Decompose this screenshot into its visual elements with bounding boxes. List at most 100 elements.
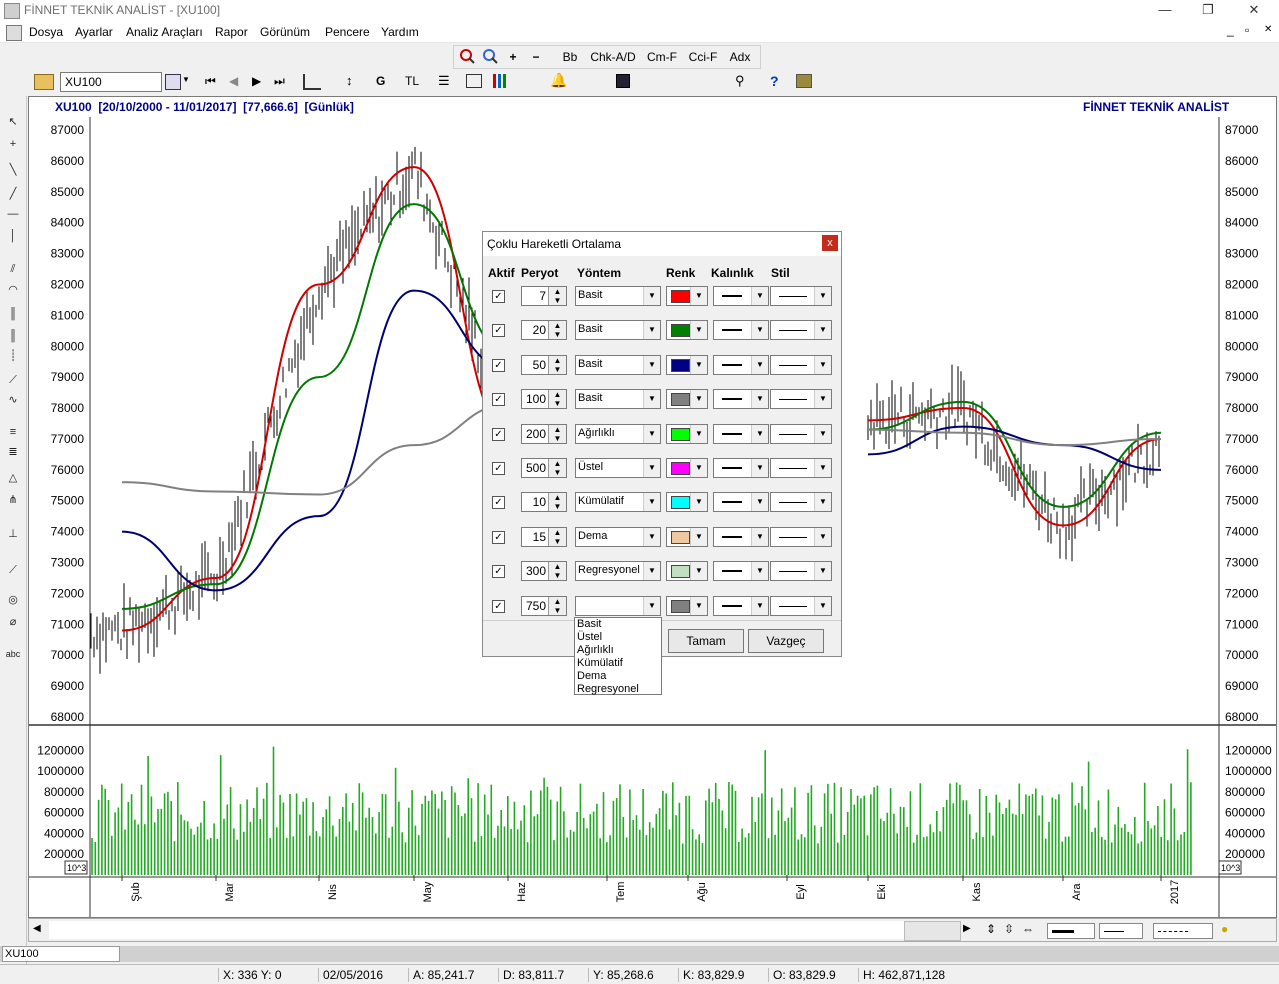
chevron-down-icon[interactable]: ▼: [751, 424, 768, 443]
menu-rapor[interactable]: Rapor: [215, 25, 248, 39]
binoculars-icon[interactable]: ⚲: [735, 73, 745, 89]
open-folder-icon[interactable]: [34, 74, 54, 90]
active-checkbox[interactable]: ✓: [492, 496, 505, 510]
cancel-button[interactable]: Vazgeç: [748, 629, 824, 653]
scroll-track[interactable]: [49, 921, 904, 939]
chevron-down-icon[interactable]: ▼: [643, 459, 660, 477]
speed-line-icon[interactable]: ⟋: [5, 562, 21, 578]
scroll-right-icon[interactable]: ▶: [963, 923, 971, 934]
method-select[interactable]: Basit ▼: [575, 389, 661, 410]
arc-icon[interactable]: ◠: [5, 282, 21, 298]
chart-type-icon[interactable]: [165, 74, 181, 90]
chevron-down-icon[interactable]: ▼: [751, 321, 768, 340]
channel-icon[interactable]: ⫽: [5, 261, 21, 277]
chevron-down-icon[interactable]: ▼: [814, 287, 831, 305]
stepper-arrows-icon[interactable]: ▲ ▼: [548, 424, 566, 443]
chevron-down-icon[interactable]: ▼: [690, 562, 707, 581]
chevron-down-icon[interactable]: ▼: [690, 390, 707, 409]
pitchfork-icon[interactable]: ⋔: [5, 492, 21, 508]
chevron-down-icon[interactable]: ▼: [690, 493, 707, 512]
color-select[interactable]: ▼: [666, 354, 708, 375]
method-select[interactable]: Basit ▼: [575, 320, 661, 341]
thickness-select[interactable]: ▼: [713, 354, 769, 375]
active-checkbox[interactable]: ✓: [492, 565, 505, 579]
stepper-arrows-icon[interactable]: ▲ ▼: [548, 527, 566, 546]
thickness-select[interactable]: ▼: [713, 286, 769, 306]
line-width-select[interactable]: [1047, 923, 1095, 939]
comment-icon[interactable]: [466, 74, 482, 88]
autoscale-icon[interactable]: ⇔: [1022, 922, 1034, 936]
period-stepper[interactable]: 100 ▲ ▼: [521, 389, 567, 410]
color-select[interactable]: ▼: [666, 526, 708, 547]
thickness-select[interactable]: ▼: [713, 595, 769, 616]
text-tool-icon[interactable]: abc: [5, 646, 21, 662]
chevron-down-icon[interactable]: ▼: [814, 562, 831, 581]
chevron-down-icon[interactable]: ▼: [751, 390, 768, 409]
style-select[interactable]: ▼: [770, 354, 832, 375]
chevron-down-icon[interactable]: ▼: [690, 424, 707, 443]
chevron-down-icon[interactable]: ▼: [751, 562, 768, 581]
color-select[interactable]: ▼: [666, 595, 708, 616]
style-select[interactable]: ▼: [770, 458, 832, 478]
active-checkbox[interactable]: ✓: [492, 358, 505, 372]
first-icon[interactable]: ⏮: [205, 74, 216, 89]
active-checkbox[interactable]: ✓: [492, 290, 505, 303]
method-select[interactable]: Üstel ▼: [575, 458, 661, 478]
chevron-down-icon[interactable]: ▼: [643, 562, 660, 581]
tool-cci-f[interactable]: Cci-F: [684, 48, 722, 66]
color-select[interactable]: ▼: [666, 492, 708, 513]
mdi-close-button[interactable]: ✕: [1264, 24, 1272, 35]
period-stepper[interactable]: 20 ▲ ▼: [521, 320, 567, 341]
levels-icon[interactable]: ≣: [5, 444, 21, 460]
period-stepper[interactable]: 7 ▲ ▼: [521, 286, 567, 306]
tool-bb[interactable]: Bb: [558, 48, 582, 66]
thickness-select[interactable]: ▼: [713, 423, 769, 444]
chevron-down-icon[interactable]: ▼: [690, 596, 707, 615]
color-select[interactable]: ▼: [666, 423, 708, 444]
tool-cm-f[interactable]: Cm-F: [644, 48, 680, 66]
stepper-arrows-icon[interactable]: ▲ ▼: [548, 596, 566, 615]
period-stepper[interactable]: 15 ▲ ▼: [521, 526, 567, 547]
chevron-down-icon[interactable]: ▼: [751, 287, 768, 305]
stepper-arrows-icon[interactable]: ▲ ▼: [548, 562, 566, 581]
scroll-thumb[interactable]: [904, 921, 961, 941]
menu-dosya[interactable]: Dosya: [29, 25, 63, 39]
color-select[interactable]: ▼: [666, 286, 708, 306]
period-stepper[interactable]: 200 ▲ ▼: [521, 423, 567, 444]
chevron-down-icon[interactable]: ▼: [643, 355, 660, 374]
dropdown-option-regresyonel[interactable]: Regresyonel: [577, 683, 639, 695]
chevron-down-icon[interactable]: ▼: [643, 527, 660, 546]
gann-icon[interactable]: ║: [5, 328, 21, 344]
chevron-down-icon[interactable]: ▼: [814, 527, 831, 546]
style-select[interactable]: ▼: [770, 320, 832, 341]
chevron-down-icon[interactable]: ▼: [690, 321, 707, 340]
chevron-down-icon[interactable]: ▼: [182, 75, 190, 84]
stepper-arrows-icon[interactable]: ▲ ▼: [548, 287, 566, 305]
vertical-line-icon[interactable]: │: [5, 228, 21, 244]
style-select[interactable]: ▼: [770, 492, 832, 513]
fit-icon[interactable]: ⇳: [1004, 922, 1014, 936]
style-select[interactable]: ▼: [770, 286, 832, 306]
fan-icon[interactable]: ⟋: [5, 372, 21, 388]
expand-icon[interactable]: ⇕: [986, 922, 996, 936]
period-stepper[interactable]: 750 ▲ ▼: [521, 595, 567, 616]
period-stepper[interactable]: 10 ▲ ▼: [521, 492, 567, 513]
pointer-icon[interactable]: ↖: [5, 114, 21, 130]
stepper-arrows-icon[interactable]: ▲ ▼: [548, 321, 566, 340]
chevron-down-icon[interactable]: ▼: [690, 355, 707, 374]
tool-adx[interactable]: Adx: [726, 48, 754, 66]
chevron-down-icon[interactable]: ▼: [814, 493, 831, 512]
scroll-left-icon[interactable]: ◀: [33, 923, 41, 934]
close-button[interactable]: ✕: [1239, 2, 1269, 20]
fibonacci-icon[interactable]: ║: [5, 306, 21, 322]
line-style-select[interactable]: [1099, 923, 1143, 939]
chevron-down-icon[interactable]: ▼: [690, 287, 707, 305]
chevron-down-icon[interactable]: ▼: [643, 321, 660, 340]
method-select[interactable]: Basit ▼: [575, 354, 661, 375]
last-icon[interactable]: ⏭: [274, 74, 285, 89]
maximize-button[interactable]: ❐: [1193, 2, 1223, 20]
symbol-input[interactable]: XU100: [60, 72, 162, 92]
dropdown-option-basit[interactable]: Basit: [577, 618, 601, 630]
active-checkbox[interactable]: ✓: [492, 324, 505, 338]
dropdown-option-ustel[interactable]: Üstel: [577, 631, 602, 643]
